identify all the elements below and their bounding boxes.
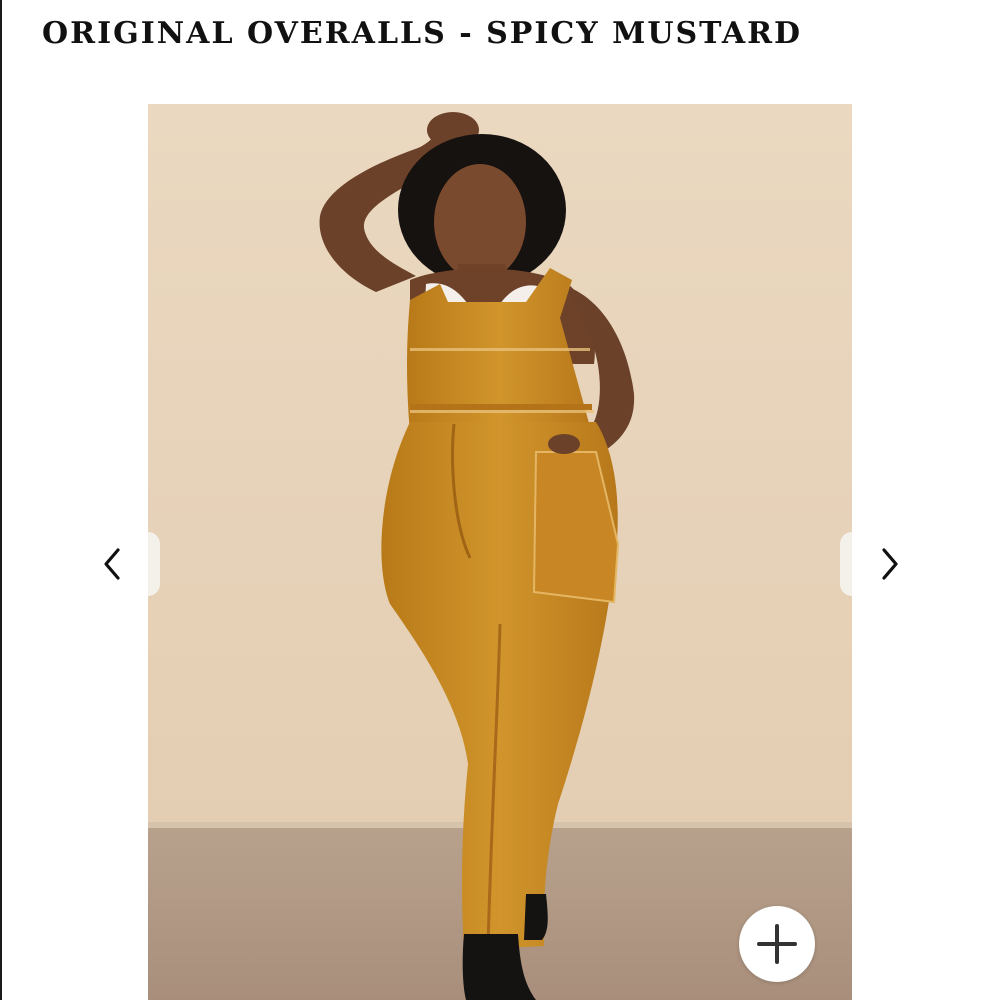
product-image[interactable] (148, 104, 852, 1000)
previous-image-button[interactable] (92, 540, 132, 588)
next-image-button[interactable] (870, 540, 910, 588)
chevron-left-icon (104, 548, 120, 580)
next-slide-peek (840, 532, 852, 596)
previous-slide-peek (148, 532, 160, 596)
zoom-image-button[interactable] (739, 906, 815, 982)
plus-icon (757, 924, 797, 964)
product-gallery (0, 0, 1000, 1000)
chevron-right-icon (882, 548, 898, 580)
